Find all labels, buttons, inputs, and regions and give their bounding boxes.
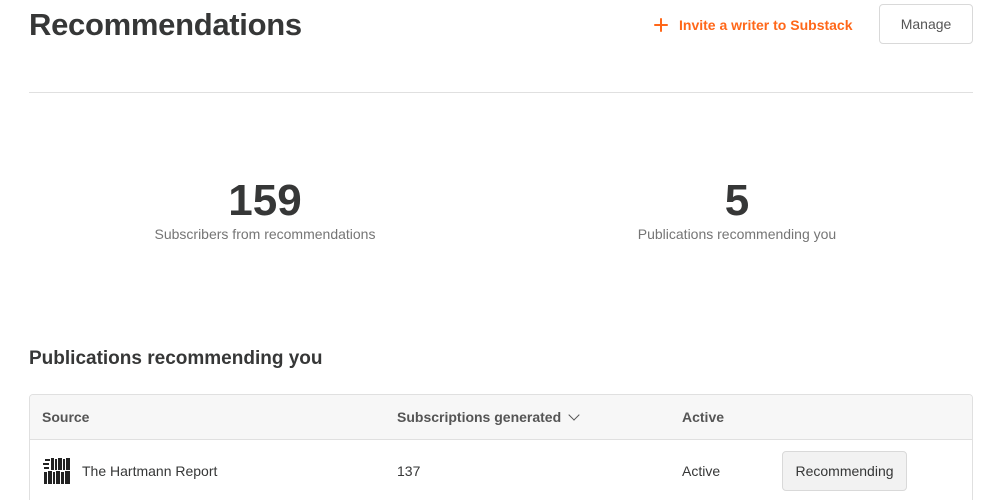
recommendations-page: Recommendations Invite a writer to Subst… — [0, 0, 1000, 500]
invite-writer-link[interactable]: Invite a writer to Substack — [653, 14, 853, 36]
recommending-publications-table: Source Subscriptions generated Active Th… — [29, 394, 973, 500]
chevron-down-icon — [568, 408, 580, 421]
table-header: Source Subscriptions generated Active — [30, 395, 972, 440]
column-header-active: Active — [682, 409, 725, 425]
publication-name: The Hartmann Report — [82, 463, 218, 479]
stat-publications-label: Publications recommending you — [637, 226, 837, 242]
stat-publications: 5 Publications recommending you — [587, 176, 887, 242]
stat-publications-value: 5 — [724, 176, 750, 225]
stat-subscribers-value: 159 — [228, 176, 302, 225]
subscriptions-generated-cell: 137 — [397, 463, 421, 479]
plus-icon — [653, 17, 669, 33]
stat-subscribers: 159 Subscribers from recommendations — [115, 176, 415, 242]
publication-source-cell[interactable]: The Hartmann Report — [42, 440, 217, 500]
column-header-source: Source — [42, 409, 90, 425]
stat-subscribers-label: Subscribers from recommendations — [154, 226, 376, 242]
section-title: Publications recommending you — [29, 348, 323, 369]
page-header: Recommendations Invite a writer to Subst… — [29, 0, 973, 93]
manage-button[interactable]: Manage — [879, 4, 973, 44]
table-row: The Hartmann Report 137 Active Recommend… — [30, 440, 972, 500]
invite-writer-label: Invite a writer to Substack — [679, 17, 853, 33]
column-header-subscriptions-label: Subscriptions generated — [397, 409, 562, 425]
recommending-button[interactable]: Recommending — [782, 451, 907, 491]
column-header-subscriptions[interactable]: Subscriptions generated — [397, 395, 580, 439]
publication-logo-icon — [42, 456, 72, 486]
page-title: Recommendations — [29, 7, 302, 42]
active-status-cell: Active — [682, 463, 721, 479]
